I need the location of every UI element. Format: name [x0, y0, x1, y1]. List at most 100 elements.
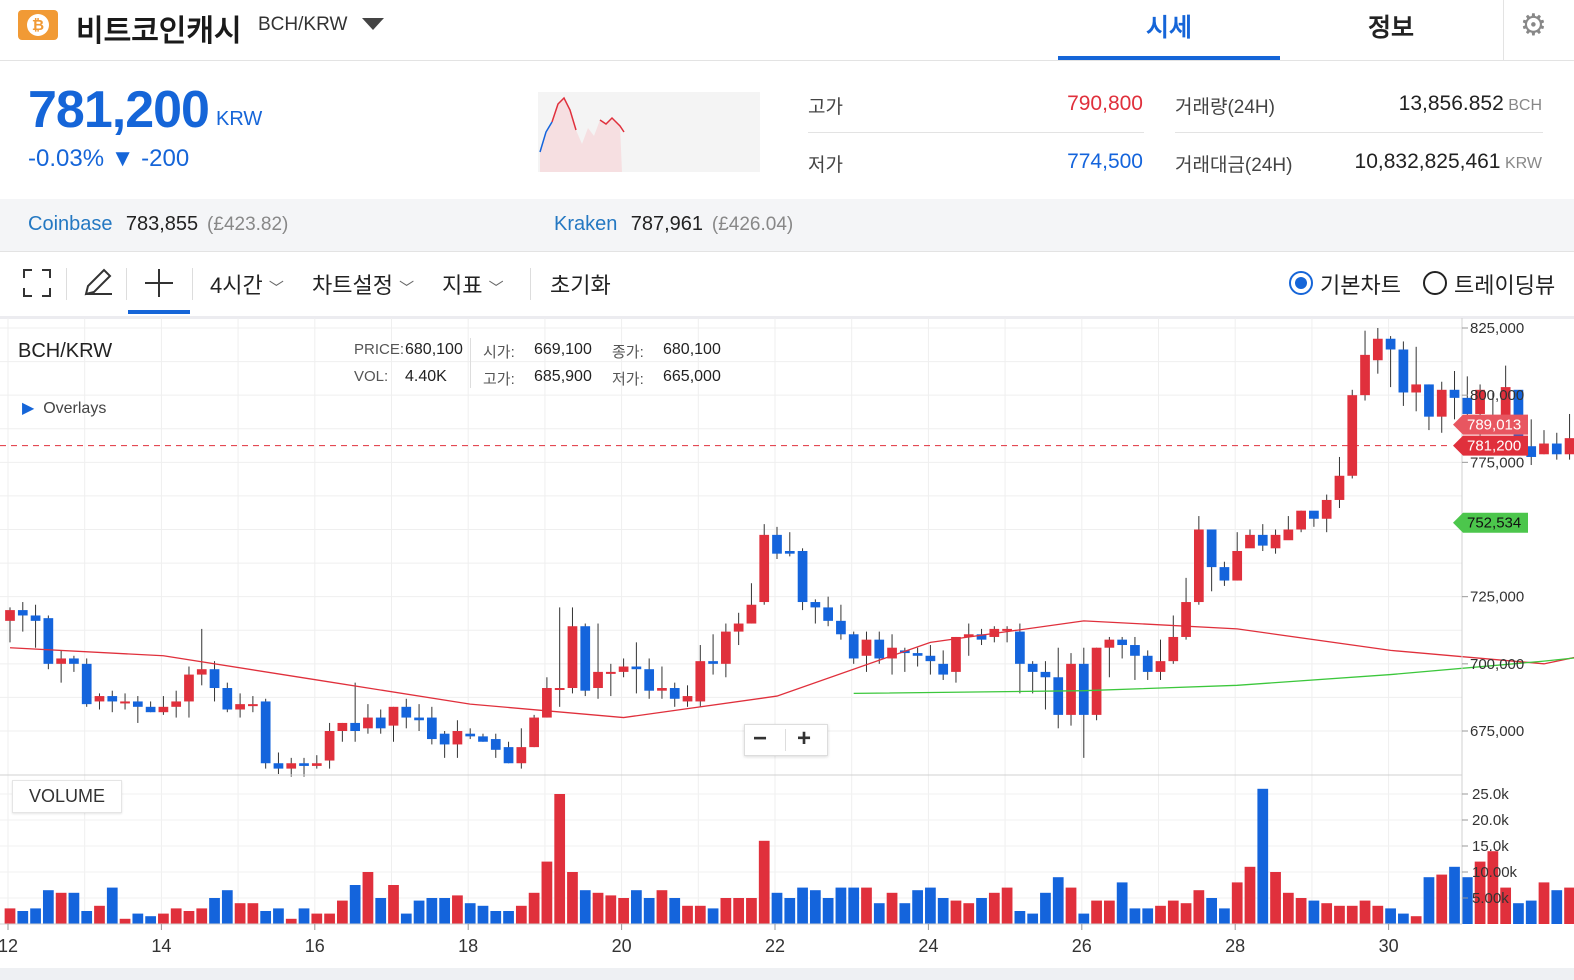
volume-bar — [158, 913, 169, 924]
divider — [785, 729, 786, 751]
active-tab-indicator — [1058, 56, 1280, 60]
volume-bar — [1040, 892, 1051, 924]
candle-body — [874, 639, 885, 659]
volume-bar — [912, 890, 923, 924]
volume-bar — [55, 892, 67, 924]
radio-tradingview[interactable] — [1423, 271, 1447, 295]
volume-bars — [4, 788, 1574, 924]
candle-body — [695, 661, 706, 702]
volume-bar — [42, 890, 54, 924]
candle-body — [1436, 389, 1447, 417]
candle-body — [426, 717, 437, 740]
candle-body — [1245, 534, 1255, 549]
volume-bar — [106, 887, 118, 924]
volume-bar — [886, 892, 898, 924]
volume-bar — [1052, 877, 1064, 924]
bitcoin-cash-logo-icon: ₿ — [18, 10, 58, 40]
candle-body — [375, 717, 386, 729]
volume-bar — [324, 913, 335, 924]
candle-body — [1027, 663, 1038, 672]
volume-bar — [771, 892, 783, 924]
candle-body — [299, 763, 309, 766]
volume-bar — [694, 905, 706, 924]
candle-body — [1142, 655, 1153, 672]
amount-24h: 10,832,825,461 KRW — [1290, 150, 1542, 174]
candle-body — [784, 550, 795, 554]
volume-bar — [400, 913, 412, 924]
candle-body — [1181, 602, 1191, 637]
volume-bar — [119, 918, 131, 924]
radio-basic-chart-label[interactable]: 기본차트 — [1320, 268, 1401, 300]
candle-body — [337, 722, 348, 731]
volume-bar — [1206, 898, 1218, 924]
volume-bar — [1385, 908, 1396, 924]
chevron-down-icon: ﹀ — [268, 280, 284, 297]
volume-bar — [413, 900, 425, 924]
overlays-label: Overlays — [43, 400, 107, 417]
volume-bar — [1282, 892, 1294, 924]
exchange-name[interactable]: Kraken — [554, 213, 617, 235]
current-price-marker: 781,200 — [1467, 438, 1521, 455]
exchange-name[interactable]: Coinbase — [28, 213, 113, 235]
candle-body — [209, 669, 220, 689]
candle-body — [1449, 389, 1460, 398]
chart-settings-select[interactable]: 차트설정 ﹀ — [312, 268, 414, 300]
exchange-price-gbp: (£426.04) — [711, 214, 794, 235]
volume-bar — [1308, 900, 1320, 924]
candle-body — [759, 534, 770, 603]
candle-body — [107, 696, 118, 702]
exchange-price: 787,961 — [630, 213, 704, 235]
chevron-down-icon[interactable] — [362, 18, 384, 30]
candle-body — [1078, 663, 1089, 715]
candle-body — [158, 706, 169, 713]
candle-body — [529, 717, 539, 748]
tab-info[interactable]: 정보 — [1280, 8, 1502, 44]
gear-icon[interactable]: ⚙ — [1520, 8, 1547, 43]
zoom-in-button[interactable]: + — [797, 725, 811, 753]
candle-body — [363, 717, 373, 729]
radio-tradingview-label[interactable]: 트레이딩뷰 — [1454, 268, 1555, 300]
candle-body — [439, 733, 450, 745]
tab-quote[interactable]: 시세 — [1058, 8, 1280, 44]
interval-select[interactable]: 4시간 ﹀ — [210, 268, 284, 300]
coin-name: 비트코인캐시 — [76, 15, 242, 48]
chart-grid — [0, 318, 1462, 924]
candle-body — [1309, 510, 1319, 519]
volume-bar — [988, 892, 1000, 924]
low-value: 774,500 — [1067, 150, 1143, 173]
amount-24h-unit: KRW — [1504, 155, 1542, 172]
x-tick-label: 24 — [918, 936, 938, 956]
volume-bar — [1423, 877, 1435, 924]
candle-body — [401, 706, 412, 718]
volume-bar — [1513, 903, 1524, 924]
volume-bar — [848, 887, 860, 924]
price-chart[interactable]: 825,000 800,000 775,000 725,000 700,000 675,0… — [0, 318, 1574, 968]
pair-selector[interactable]: BCH/KRW — [258, 14, 347, 36]
x-tick-label: 22 — [765, 936, 785, 956]
candle-body — [196, 669, 207, 675]
candle-body — [708, 661, 718, 664]
volume-bar — [1334, 905, 1345, 924]
high-value: 790,800 — [1067, 92, 1143, 115]
candle-body — [1360, 354, 1370, 396]
divider — [808, 132, 1144, 133]
y-tick-label: 725,000 — [1470, 589, 1524, 606]
candle-body — [912, 653, 923, 656]
fullscreen-icon[interactable] — [22, 268, 52, 303]
radio-basic-chart[interactable] — [1289, 271, 1313, 295]
indicators-select[interactable]: 지표 ﹀ — [442, 268, 504, 300]
candle-body — [657, 688, 667, 691]
reset-button[interactable]: 초기화 — [550, 268, 611, 300]
volume-bar — [682, 905, 693, 924]
volume-bar — [247, 903, 259, 924]
ma-short-line — [9, 620, 1574, 719]
candle-body — [669, 688, 680, 699]
y-tick-label: 675,000 — [1470, 723, 1524, 740]
candle-body — [248, 704, 258, 707]
zoom-out-button[interactable]: − — [753, 725, 767, 753]
y-tick-label: 800,000 — [1470, 387, 1524, 404]
overlays-toggle[interactable]: ▶ Overlays — [22, 398, 106, 418]
candle-body — [478, 736, 488, 742]
pencil-icon[interactable] — [82, 266, 114, 303]
crosshair-icon[interactable] — [144, 268, 174, 303]
